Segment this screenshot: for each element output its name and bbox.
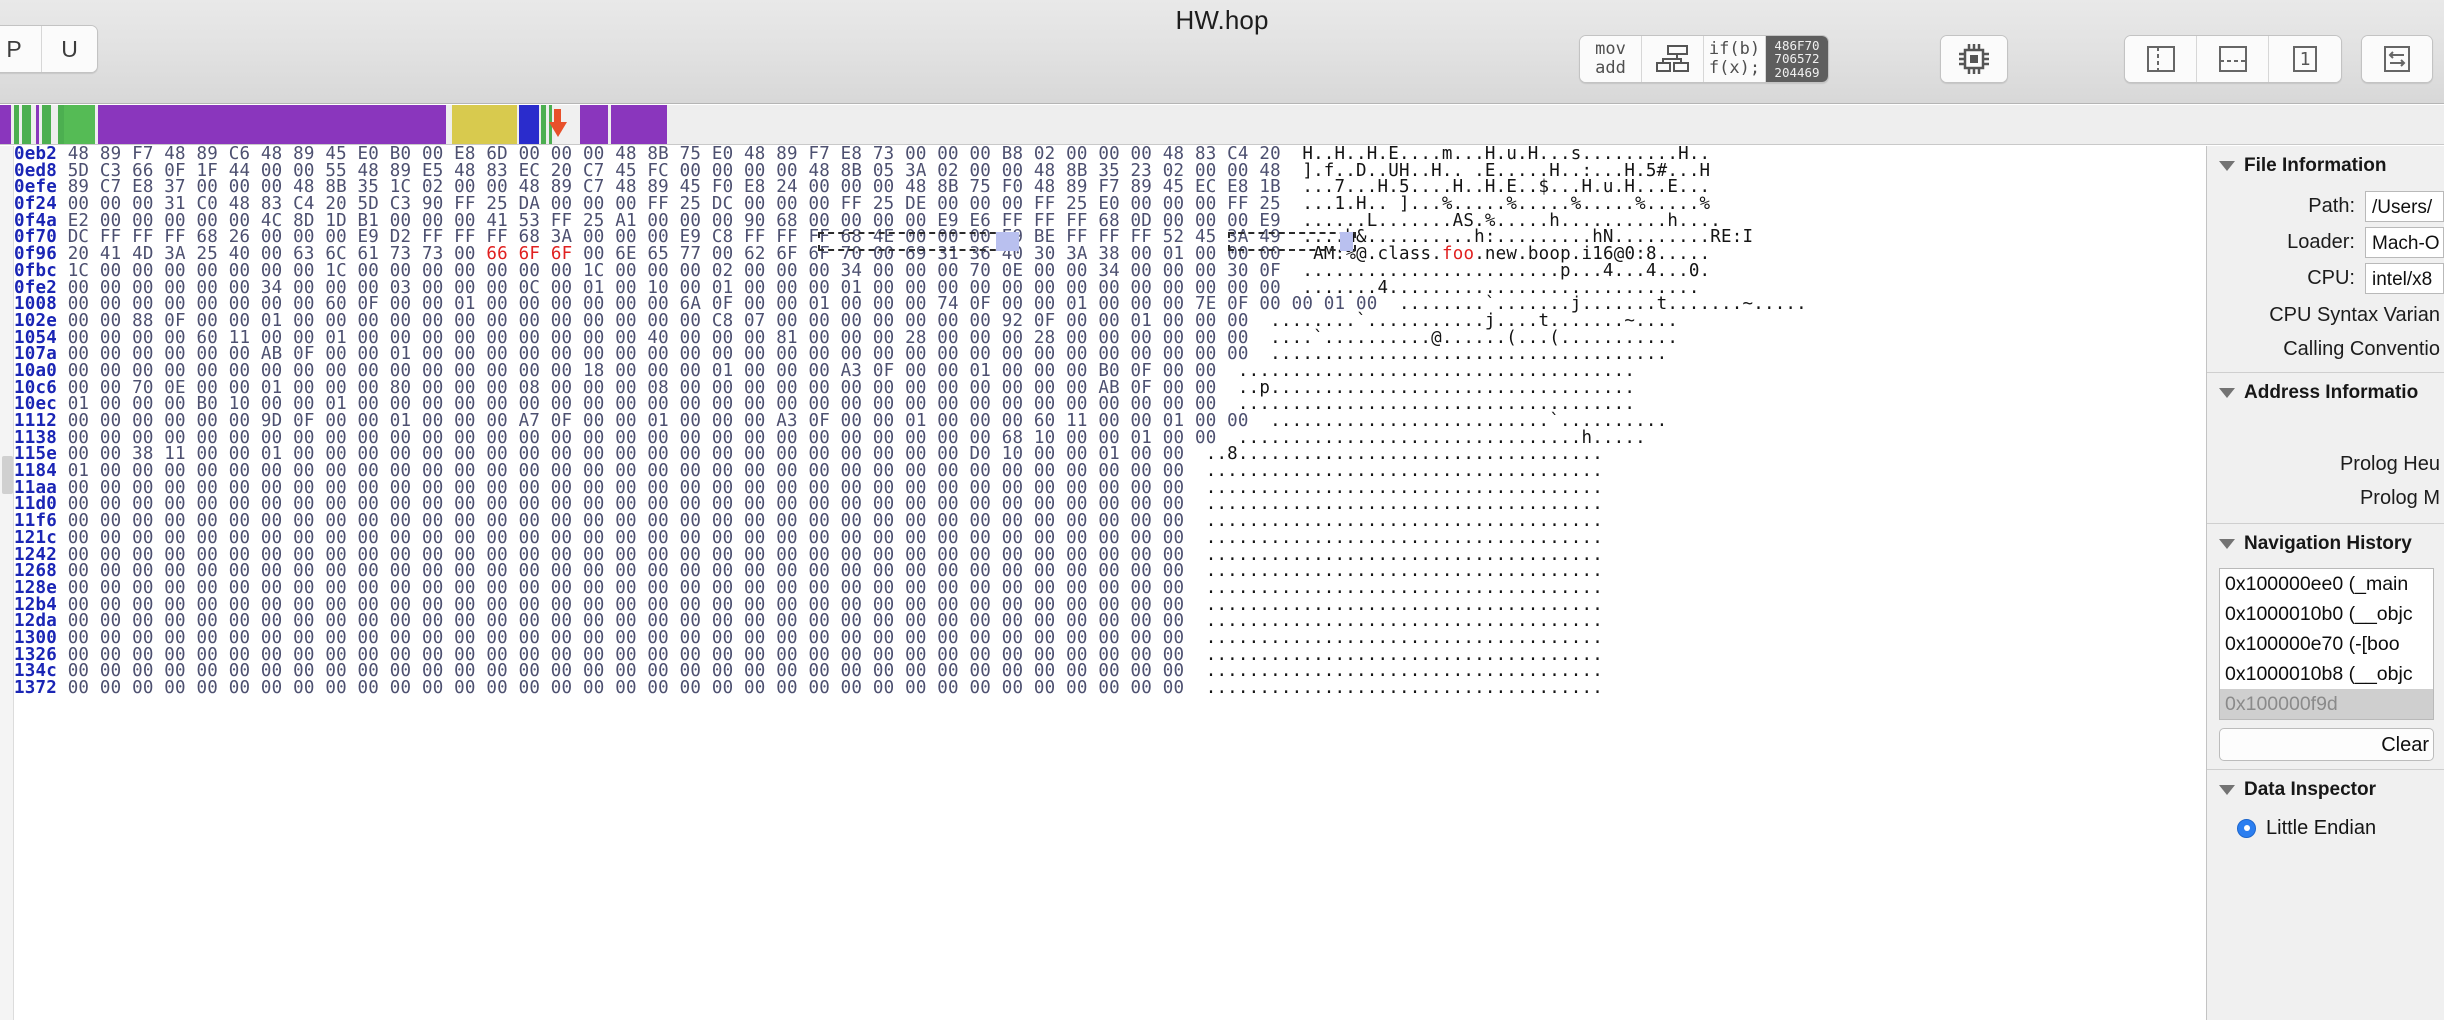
hex-view-gutter[interactable] [0,146,14,1020]
control-flow-graph-icon [1655,44,1690,74]
address-information-header[interactable]: Address Informatio [2207,373,2444,413]
pseudocode-mode-label: if(b) f(x); [1708,39,1761,78]
segment-navigation-strip[interactable] [0,105,2444,145]
gutter-scroll-thumb[interactable] [2,456,13,494]
calling-convention-label: Calling Conventio [2283,338,2440,360]
hex-row-list: 0eb2 48 89 F7 48 89 C6 48 89 45 E0 B0 00… [14,146,2205,697]
assembly-mode-label: mov add [1595,39,1626,78]
clear-history-button[interactable]: Clear [2219,728,2434,761]
field-path: Path: /Users/ [2207,190,2444,222]
loader-label: Loader: [2287,230,2355,253]
little-endian-label: Little Endian [2266,816,2377,839]
layout-left-pane-button[interactable] [2125,36,2197,82]
undefine-label: U [61,35,78,62]
swap-arrows-icon [2382,44,2412,74]
undefine-button[interactable]: U [42,26,97,72]
file-information-header[interactable]: File Information [2207,146,2444,186]
segment-block[interactable] [63,105,96,144]
data-inspector-title: Data Inspector [2244,779,2376,800]
title-bar: HW.hop P U mov add if(b) f(x); 486F70 70… [0,0,2444,104]
prolog-heuristic-label: Prolog Heu [2339,453,2440,475]
navigation-history-item[interactable]: 0x1000010b0 (__objc [2220,599,2433,629]
proc-undo-button-group[interactable]: P U [0,25,98,73]
disclosure-triangle-icon[interactable] [2219,388,2235,398]
hex-row-bytes[interactable]: 00 00 00 00 00 00 00 00 00 00 00 00 00 0… [57,678,1184,698]
navigation-history-title: Navigation History [2244,533,2412,554]
path-label: Path: [2308,194,2355,217]
layout-bottom-pane-button[interactable] [2197,36,2269,82]
navigation-history-item[interactable]: 0x1000010b8 (__objc [2220,659,2433,689]
swap-panes-button-group[interactable] [2361,35,2433,83]
segment-block[interactable] [98,105,446,144]
navigation-history-header[interactable]: Navigation History [2207,524,2444,564]
navigation-history-list[interactable]: 0x100000ee0 (_main 0x1000010b0 (__objc 0x1… [2219,568,2434,720]
navigation-history-item[interactable]: 0x100000f9d [2220,689,2433,719]
segment-block[interactable] [0,105,11,144]
hex-view[interactable]: 0eb2 48 89 F7 48 89 C6 48 89 45 E0 B0 00… [0,146,2205,1020]
field-cpu: CPU: intel/x8 [2207,262,2444,294]
hex-row-address: 1372 [14,678,57,698]
address-information-row-0 [2207,413,2444,447]
address-information-title: Address Informatio [2244,382,2419,403]
pseudocode-mode-button[interactable]: if(b) f(x); [1704,36,1766,82]
disclosure-triangle-icon[interactable] [2219,161,2235,171]
segment-block[interactable] [42,105,52,144]
disclosure-triangle-icon[interactable] [2219,539,2235,549]
hex-mode-button[interactable]: 486F70 706572 204469 [1766,36,1828,82]
procedure-button[interactable]: P [0,26,43,72]
cpu-label: CPU: [2307,266,2355,289]
data-inspector-header[interactable]: Data Inspector [2207,770,2444,810]
little-endian-radio-row[interactable]: Little Endian [2207,810,2444,846]
cpu-settings-button[interactable] [1941,36,2007,82]
swap-panes-button[interactable] [2362,36,2432,82]
split-vertical-icon [2146,44,2176,74]
window-title: HW.hop [1175,5,1269,35]
segment-block[interactable] [35,105,39,144]
hex-mode-label: 486F70 706572 204469 [1774,37,1820,80]
split-horizontal-icon [2218,44,2248,74]
field-loader: Loader: Mach-O [2207,226,2444,258]
single-pane-label: 1 [2299,48,2311,70]
segment-block[interactable] [14,105,19,144]
disclosure-triangle-icon[interactable] [2219,785,2235,795]
cpu-button-group[interactable] [1940,35,2008,83]
cpu-input[interactable]: intel/x8 [2365,262,2444,294]
prolog-mode-label: Prolog M [2359,487,2440,509]
procedure-label: P [6,35,22,62]
path-input[interactable]: /Users/ [2365,190,2444,222]
segment-block[interactable] [579,105,608,144]
layout-button-group[interactable]: 1 [2124,35,2342,83]
section-file-information: File Information Path: /Users/ Loader: M… [2207,146,2444,373]
hopper-disassembler-window: HW.hop P U mov add if(b) f(x); 486F70 70… [0,0,2444,1020]
little-endian-radio-icon[interactable] [2237,818,2256,838]
navigation-history-item[interactable]: 0x100000e70 (-[boo [2220,629,2433,659]
section-address-information: Address Informatio Prolog Heu Prolog M [2207,373,2444,524]
inspector-sidebar[interactable]: File Information Path: /Users/ Loader: M… [2206,146,2444,1020]
section-navigation-history: Navigation History 0x100000ee0 (_main 0x1… [2207,524,2444,770]
hex-row-ascii[interactable]: ..................................... [1184,678,1603,698]
section-data-inspector: Data Inspector Little Endian [2207,770,2444,846]
segment-block[interactable] [452,105,518,144]
cfg-mode-button[interactable] [1642,36,1704,82]
file-information-title: File Information [2244,155,2387,176]
segment-block[interactable] [525,105,540,144]
cpu-syntax-variant-label: CPU Syntax Varian [2269,304,2440,326]
hex-row[interactable]: 1372 00 00 00 00 00 00 00 00 00 00 00 00… [14,678,2205,698]
assembly-mode-button[interactable]: mov add [1580,36,1642,82]
loader-input[interactable]: Mach-O [2365,226,2444,258]
cpu-chip-icon [1957,42,1991,76]
segment-block[interactable] [611,105,668,144]
navigation-history-item[interactable]: 0x100000ee0 (_main [2220,569,2433,599]
view-mode-button-group[interactable]: mov add if(b) f(x); 486F70 706572 204469 [1579,35,1829,83]
segment-block[interactable] [21,105,32,144]
segment-block[interactable] [540,105,546,144]
layout-single-pane-button[interactable]: 1 [2269,36,2341,82]
